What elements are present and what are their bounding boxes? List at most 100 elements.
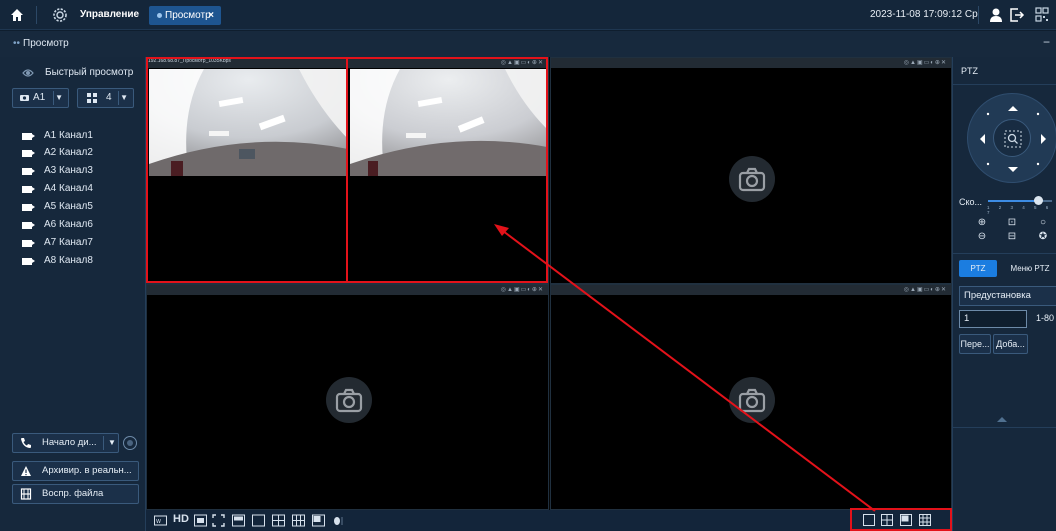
channel-item[interactable]: A4 Канал4 [22, 183, 132, 197]
layout-4-icon[interactable] [881, 514, 893, 526]
gear-icon[interactable] [52, 7, 68, 23]
page-title-label: Просмотр [23, 38, 69, 49]
divider [953, 253, 1056, 254]
speed-label: Ско... [959, 197, 983, 207]
chevron-down-icon[interactable]: ▼ [108, 434, 116, 452]
arrow-up-icon [1008, 106, 1018, 111]
playback-file-button[interactable]: Воспр. файла [12, 484, 139, 504]
layout-1x1-filled-icon[interactable] [232, 514, 245, 527]
channel-item[interactable]: A3 Канал3 [22, 165, 132, 179]
video-window-4[interactable]: ◎▲▣▭◐⊕✕ [550, 284, 952, 510]
arrow-down-icon [1008, 167, 1018, 172]
speed-ticks: 1 2 3 4 5 6 7 [987, 205, 1053, 215]
layout-8-icon[interactable] [312, 514, 325, 527]
window-toolbar-icons[interactable]: ◎▲▣▭◐⊕✕ [904, 59, 947, 66]
layout-4-icon[interactable] [272, 514, 285, 527]
window-size-icon[interactable]: W [154, 514, 167, 527]
channel-item[interactable]: A1 Канал1 [22, 130, 132, 144]
divider [53, 91, 54, 105]
zoom-out-icon[interactable]: ⊖ [976, 231, 988, 243]
management-menu[interactable]: Управление [80, 9, 139, 20]
home-icon[interactable] [9, 7, 25, 23]
tab-ptz[interactable]: PTZ [959, 260, 997, 277]
video-window-1[interactable]: 192.168.68.87_Просмотр_1035Kbps ◎▲▣▭◐⊕✕ [146, 57, 549, 284]
stream-info: 192.168.68.87_Просмотр_1035Kbps [148, 58, 231, 64]
minimize-button[interactable]: − [1043, 35, 1050, 49]
quick-view-label: Быстрый просмотр [45, 67, 134, 78]
video-grid: 192.168.68.87_Просмотр_1035Kbps ◎▲▣▭◐⊕✕ [146, 57, 952, 510]
video-window-header: ◎▲▣▭◐⊕✕ [551, 285, 951, 295]
video-window-header: ◎▲▣▭◐⊕✕ [551, 58, 951, 68]
divider [36, 6, 37, 24]
camera-feed[interactable] [350, 69, 547, 176]
layout-1-icon[interactable] [252, 514, 265, 527]
quick-view-item[interactable]: Быстрый просмотр [22, 66, 142, 82]
channel-label: A4 Канал4 [44, 183, 93, 194]
chevron-down-icon: ▼ [55, 93, 63, 102]
layout-1-icon[interactable] [863, 514, 875, 526]
window-toolbar-icons[interactable]: ◎▲▣▭◐⊕✕ [904, 286, 947, 293]
qr-code-icon[interactable] [1035, 7, 1049, 23]
window-toolbar-icons[interactable]: ◎▲▣▭◐⊕✕ [501, 59, 544, 66]
channel-item[interactable]: A5 Канал5 [22, 201, 132, 215]
archive-realtime-button[interactable]: Архивир. в реальн... [12, 461, 139, 481]
camera-feed[interactable] [149, 177, 348, 283]
tab-ptz-menu[interactable]: Меню PTZ [1005, 260, 1055, 277]
channel-label: A8 Канал8 [44, 255, 93, 266]
channel-label: A7 Канал7 [44, 237, 93, 248]
channel-item[interactable]: A7 Канал7 [22, 237, 132, 251]
channel-label: A3 Канал3 [44, 165, 93, 176]
split-select[interactable]: 4 ▼ [77, 88, 134, 108]
focus-far-icon[interactable]: ⊟ [1006, 231, 1018, 243]
channel-item[interactable]: A8 Канал8 [22, 255, 132, 269]
quick-view-icon [22, 69, 34, 77]
preset-select[interactable]: Предустановка [959, 286, 1056, 306]
channel-item[interactable]: A6 Канал6 [22, 219, 132, 233]
tab-close-icon[interactable]: × [208, 6, 214, 25]
focus-near-icon[interactable]: ⊡ [1006, 217, 1018, 229]
hd-toggle[interactable]: HD [173, 513, 189, 526]
divider [118, 91, 119, 105]
top-bar: Управление Просмотр × 2023-11-08 17:09:1… [0, 0, 1056, 30]
volume-icon[interactable] [332, 514, 345, 527]
layout-pip-icon[interactable] [900, 514, 912, 526]
zoom-in-icon[interactable]: ⊕ [976, 217, 988, 229]
tab-preview[interactable]: Просмотр × [149, 6, 221, 25]
grid-icon [87, 93, 97, 103]
video-camera-icon [22, 258, 35, 265]
layout-9-icon[interactable] [919, 514, 931, 526]
preset-number-input[interactable]: 1 [959, 310, 1027, 328]
camera-feed[interactable] [350, 177, 547, 283]
window-toolbar-icons[interactable]: ◎▲▣▭◐⊕✕ [501, 286, 544, 293]
stream-select[interactable]: A1 ▼ [12, 88, 69, 108]
image-adjust-icon[interactable] [194, 514, 207, 527]
goto-preset-button[interactable]: Пере... [959, 334, 991, 354]
no-video-camera-icon [326, 377, 372, 423]
fullscreen-icon[interactable] [212, 514, 225, 527]
layout-6-icon[interactable] [292, 514, 305, 527]
iris-close-icon[interactable]: ✪ [1037, 231, 1049, 243]
video-window-2[interactable]: ◎▲▣▭◐⊕✕ [550, 57, 952, 284]
no-video-camera-icon [729, 377, 775, 423]
tab-icon [157, 12, 162, 18]
speed-slider-thumb[interactable] [1034, 196, 1043, 205]
record-status-icon[interactable] [123, 436, 137, 450]
channel-sidebar: Быстрый просмотр A1 ▼ 4 ▼ A1 Канал1 A2 К… [0, 57, 146, 531]
ptz-center-button[interactable] [993, 119, 1031, 157]
add-preset-button[interactable]: Доба... [993, 334, 1028, 354]
camera-feed-image [350, 69, 547, 176]
archive-realtime-label: Архивир. в реальн... [42, 465, 132, 476]
user-icon[interactable] [989, 7, 1003, 23]
ptz-title: PTZ [961, 66, 978, 76]
record-button[interactable]: Начало ди... ▼ [12, 433, 119, 453]
tab-preview-label: Просмотр [165, 10, 211, 21]
iris-open-icon[interactable]: ○ [1037, 217, 1049, 229]
speed-slider[interactable] [988, 196, 1052, 205]
logout-icon[interactable] [1009, 7, 1025, 23]
video-window-3[interactable]: ◎▲▣▭◐⊕✕ [146, 284, 549, 510]
channel-item[interactable]: A2 Канал2 [22, 147, 132, 161]
ptz-direction-pad[interactable] [967, 93, 1056, 183]
channel-label: A5 Канал5 [44, 201, 93, 212]
camera-feed[interactable] [149, 69, 348, 176]
collapse-up-icon[interactable] [997, 417, 1007, 422]
